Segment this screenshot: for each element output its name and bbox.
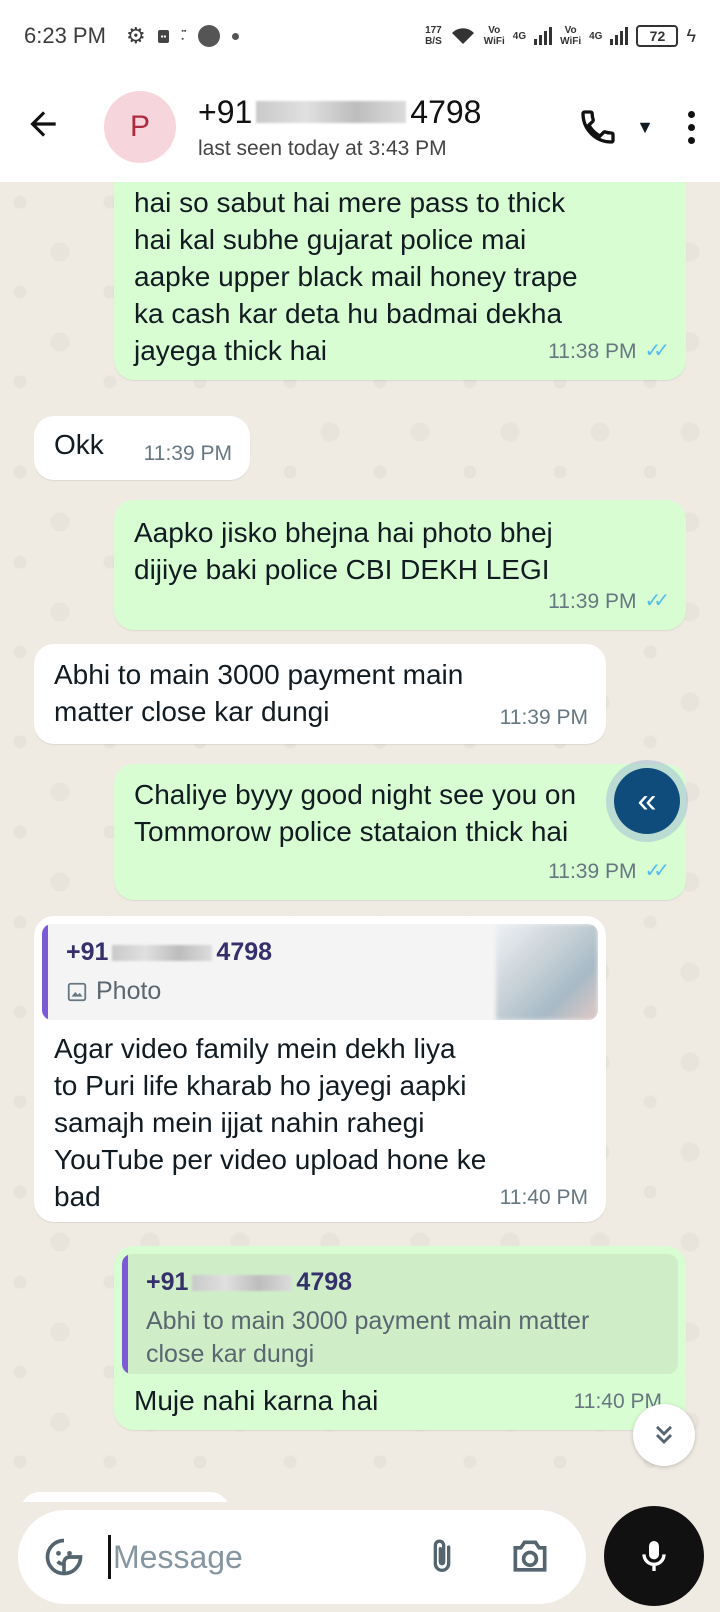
message-time: 11:39 PM (548, 590, 637, 613)
settings-notification-icon: ⚙ (125, 23, 146, 48)
message-text: Aapko jisko bhejna hai photo bhej dijiye… (134, 517, 553, 585)
paperclip-icon[interactable] (422, 1537, 462, 1577)
status-bar: 6:23 PM ⚙ ▪▪ ▪▪ ▪ 177 B/S Vo WiFi 4G Vo WiFi… (0, 0, 720, 72)
status-time: 6:23 PM (24, 23, 106, 48)
back-arrow-icon[interactable] (24, 105, 74, 150)
record-notification-icon (198, 25, 221, 47)
double-chevron-down-icon (656, 1425, 672, 1444)
quoted-message[interactable]: +91 4798 Photo (42, 924, 598, 1020)
message-meta: 11:39 PM ✓✓ (548, 853, 670, 890)
quote-author-prefix: +91 (66, 938, 109, 966)
message-bubble-incoming-reply[interactable]: +91 4798 Photo Agar video family mein de… (34, 916, 606, 1222)
phone-icon[interactable] (578, 107, 618, 147)
message-bubble-incoming-partial (20, 1492, 230, 1502)
message-bubble-outgoing[interactable]: Chaliye byyy good night see you on Tommo… (114, 764, 686, 900)
compose-bar (0, 1502, 720, 1612)
message-bubble-outgoing[interactable]: hai so sabut hai mere pass to thick hai … (114, 182, 686, 380)
message-meta: 11:39 PM ✓✓ (548, 583, 670, 620)
quote-text: Abhi to main 3000 payment main matter cl… (146, 1307, 590, 1368)
wifi-icon (451, 28, 474, 44)
message-time: 11:39 PM (548, 860, 637, 883)
signal-strength-icon-2 (610, 27, 629, 45)
read-receipt-icon: ✓✓ (644, 590, 669, 612)
message-meta: 11:40 PM (500, 1179, 588, 1216)
chat-messages-area[interactable]: hai so sabut hai mere pass to thick hai … (0, 182, 720, 1502)
message-bubble-outgoing-reply[interactable]: +91 4798 Abhi to main 3000 payment main … (114, 1246, 686, 1430)
contact-name-suffix: 4798 (410, 93, 482, 130)
contact-info[interactable]: +91 4798 last seen today at 3:43 PM (198, 94, 481, 161)
message-time: 11:40 PM (499, 1186, 588, 1209)
redacted-number (192, 1274, 293, 1291)
battery-icon: 72 (636, 25, 679, 47)
quote-author-suffix: 4798 (296, 1268, 353, 1296)
network-type-1: 4G (512, 30, 527, 42)
quote-text-label: Photo (96, 977, 162, 1005)
chat-header: P +91 4798 last seen today at 3:43 PM ▼ (0, 72, 720, 182)
app-notification-icon-2: ▪▪ ▪ (181, 28, 187, 43)
charging-icon: ϟ (686, 25, 696, 46)
signal-strength-icon (534, 27, 553, 45)
voice-record-button[interactable] (604, 1506, 704, 1606)
microphone-icon (642, 1541, 666, 1571)
floating-overlay-button[interactable]: « (606, 760, 688, 842)
message-meta: 11:38 PM ✓✓ (548, 333, 670, 370)
more-options-icon[interactable] (686, 110, 696, 144)
image-icon (67, 982, 87, 1001)
network-type-2: 4G (589, 30, 603, 42)
message-input[interactable] (108, 1535, 408, 1579)
redacted-number (112, 944, 213, 961)
read-receipt-icon: ✓✓ (644, 340, 669, 362)
quote-photo-thumbnail (496, 924, 598, 1020)
message-bubble-incoming[interactable]: Abhi to main 3000 payment main matter cl… (34, 644, 606, 744)
call-options-dropdown-icon[interactable]: ▼ (636, 117, 654, 138)
quoted-message[interactable]: +91 4798 Abhi to main 3000 payment main … (122, 1254, 678, 1374)
network-speed: 177 B/S (425, 25, 442, 47)
double-chevron-left-icon: « (614, 768, 680, 834)
volte-indicator-1: Vo WiFi (483, 25, 505, 47)
contact-avatar[interactable]: P (104, 91, 176, 163)
app-notification-icon: ▪▪ (157, 29, 170, 43)
message-meta: 11:39 PM (144, 435, 232, 472)
contact-name: +91 4798 (198, 94, 481, 131)
scroll-to-bottom-button[interactable] (633, 1404, 695, 1466)
sticker-icon[interactable] (42, 1535, 86, 1579)
avatar-letter: P (129, 110, 150, 143)
camera-icon[interactable] (508, 1535, 552, 1579)
contact-name-prefix: +91 (198, 93, 253, 130)
message-time: 11:39 PM (499, 706, 588, 729)
message-text: Chaliye byyy good night see you on Tommo… (134, 779, 577, 847)
quote-author: +91 4798 (66, 934, 478, 971)
quote-author-prefix: +91 (146, 1268, 189, 1296)
message-input-container (18, 1510, 586, 1604)
message-time: 11:39 PM (143, 442, 232, 465)
quote-text: Photo (66, 975, 478, 1008)
message-meta: 11:39 PM (500, 699, 588, 736)
quote-author: +91 4798 (146, 1264, 660, 1301)
message-bubble-incoming[interactable]: Okk 11:39 PM (34, 416, 250, 480)
message-time: 11:38 PM (548, 340, 637, 363)
redacted-number (256, 101, 407, 123)
last-seen-status: last seen today at 3:43 PM (198, 136, 447, 160)
more-notifications-icon (232, 32, 240, 40)
message-bubble-outgoing[interactable]: Aapko jisko bhejna hai photo bhej dijiye… (114, 500, 686, 630)
read-receipt-icon: ✓✓ (644, 860, 669, 882)
quote-author-suffix: 4798 (216, 938, 273, 966)
volte-indicator-2: Vo WiFi (560, 25, 582, 47)
